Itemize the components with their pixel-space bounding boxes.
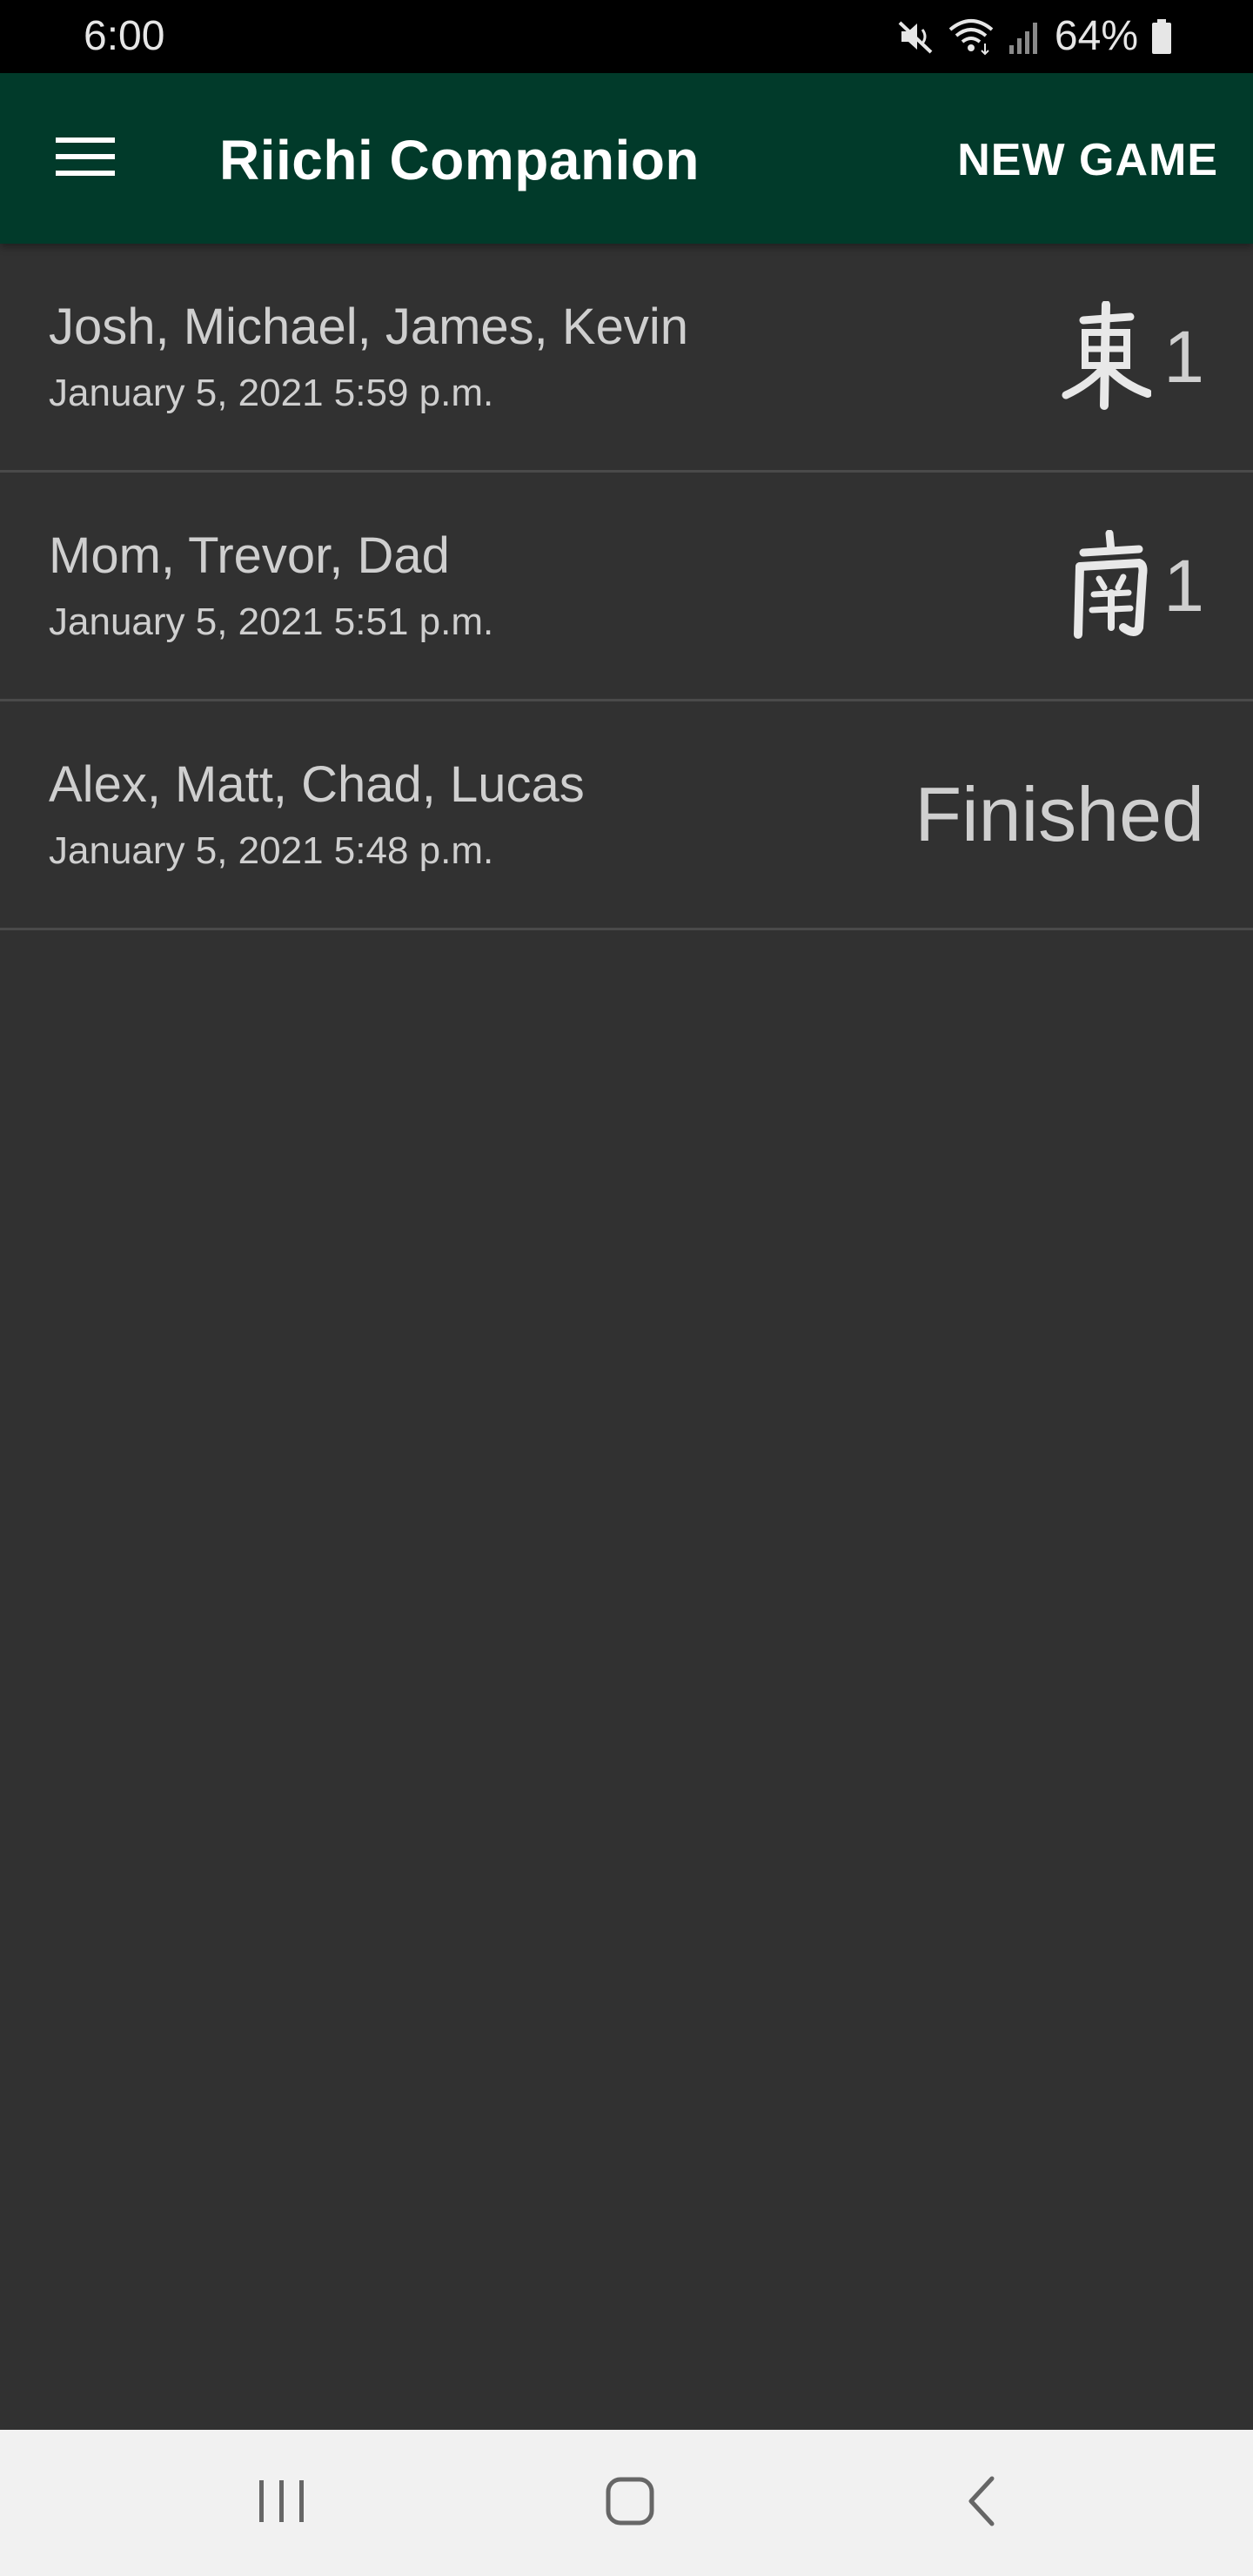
south-wind-icon (1068, 530, 1151, 641)
menu-button[interactable] (35, 117, 136, 200)
battery-percent: 64% (1054, 13, 1138, 59)
game-players: Mom, Trevor, Dad (49, 527, 450, 584)
game-round-indicator: 1 (1068, 525, 1204, 647)
signal-icon (1008, 17, 1042, 56)
game-date: January 5, 2021 5:59 p.m. (49, 372, 494, 414)
system-nav-bar (0, 2430, 1253, 2576)
game-row[interactable]: Mom, Trevor, Dad January 5, 2021 5:51 p.… (0, 473, 1253, 701)
back-button[interactable] (912, 2451, 1051, 2555)
home-button[interactable] (560, 2451, 700, 2555)
recent-apps-button[interactable] (212, 2451, 352, 2555)
app-bar: Riichi Companion NEW GAME (0, 73, 1253, 244)
hamburger-menu-icon (56, 136, 115, 182)
game-round-indicator: 1 (1061, 296, 1204, 418)
finished-label: Finished (915, 771, 1204, 857)
game-status: Finished (915, 754, 1204, 875)
wifi-icon (947, 17, 995, 56)
status-icons: 64% (896, 12, 1173, 61)
round-number: 1 (1163, 545, 1204, 627)
new-game-button[interactable]: NEW GAME (957, 124, 1218, 197)
status-time: 6:00 (84, 13, 165, 59)
game-list: Josh, Michael, James, Kevin January 5, 2… (0, 244, 1253, 930)
game-date: January 5, 2021 5:48 p.m. (49, 829, 494, 872)
game-row[interactable]: Alex, Matt, Chad, Lucas January 5, 2021 … (0, 701, 1253, 930)
round-number: 1 (1163, 316, 1204, 398)
app-title: Riichi Companion (219, 129, 700, 191)
battery-icon (1150, 17, 1173, 56)
game-players: Josh, Michael, James, Kevin (49, 299, 688, 355)
game-date: January 5, 2021 5:51 p.m. (49, 600, 494, 643)
home-icon (604, 2475, 656, 2532)
game-players: Alex, Matt, Chad, Lucas (49, 756, 585, 813)
recent-apps-icon (258, 2479, 306, 2528)
east-wind-icon (1061, 301, 1152, 413)
mute-icon (896, 17, 935, 56)
game-row[interactable]: Josh, Michael, James, Kevin January 5, 2… (0, 244, 1253, 473)
back-icon (964, 2475, 999, 2532)
status-bar: 6:00 64% (0, 0, 1253, 73)
